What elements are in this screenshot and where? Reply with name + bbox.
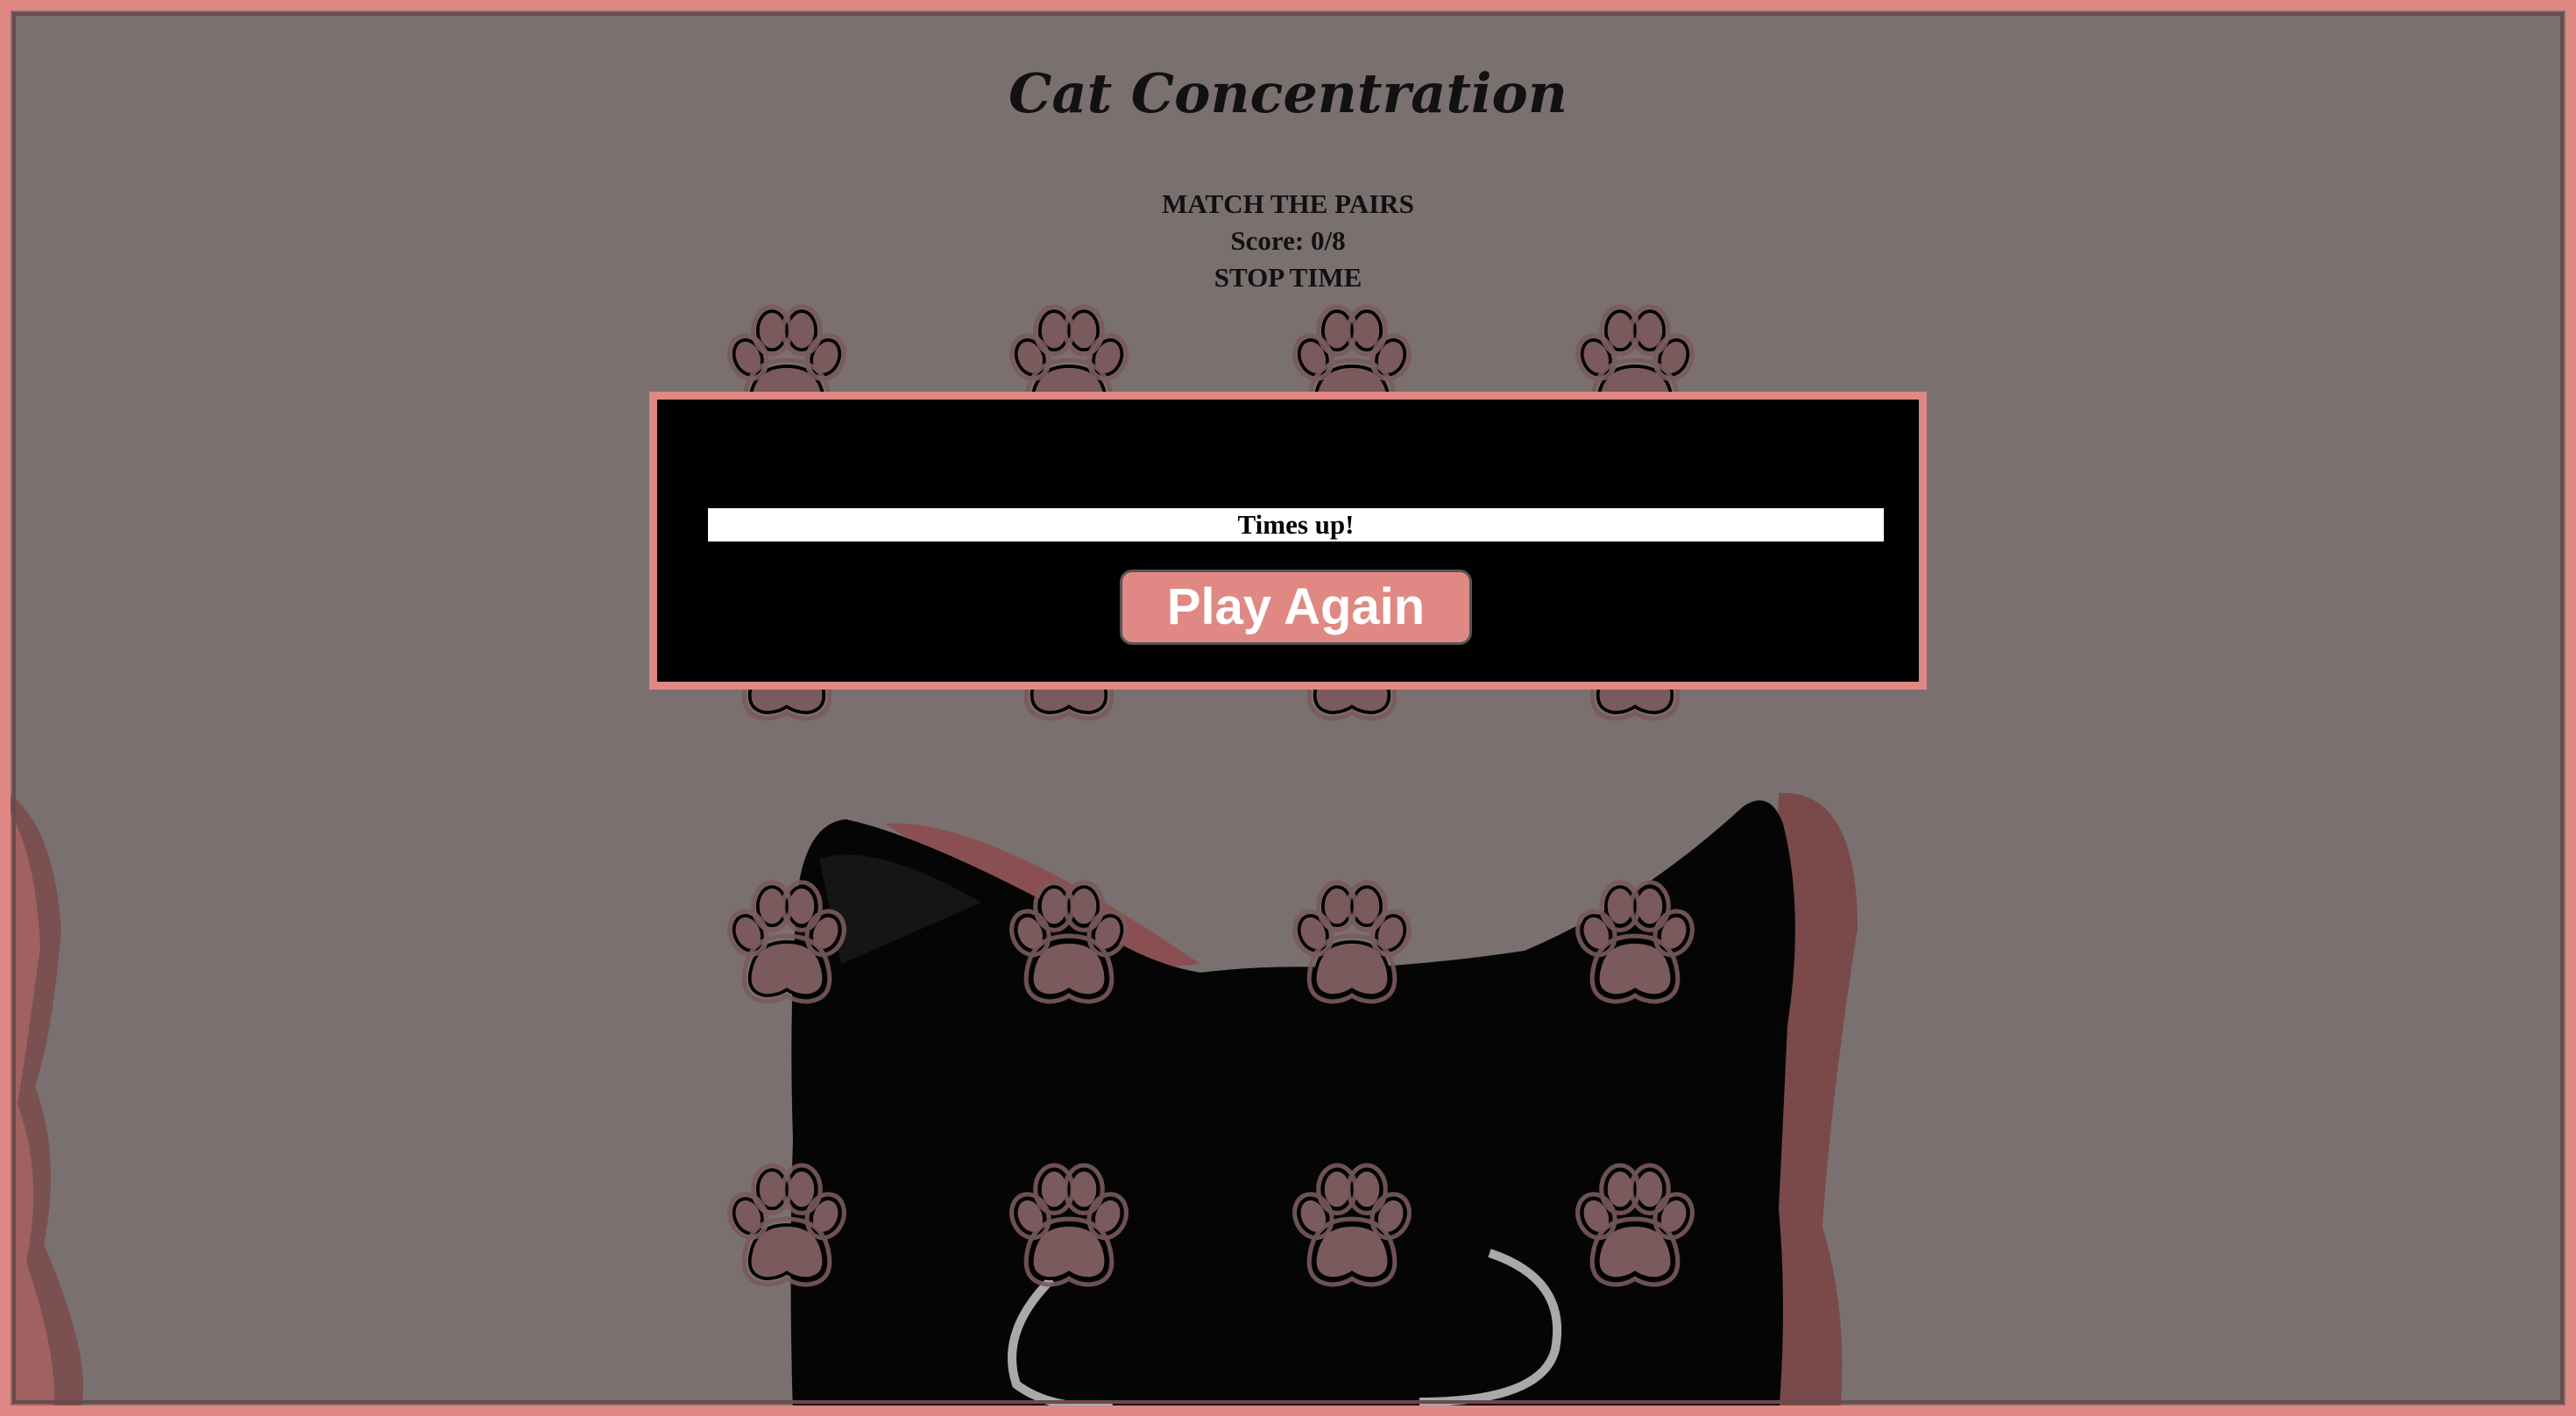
paw-print-icon (1277, 597, 1426, 737)
paw-print-icon (1277, 880, 1426, 1020)
paw-print-icon (1560, 880, 1709, 1020)
paw-print-icon (994, 880, 1143, 1020)
paw-print-icon (712, 880, 861, 1020)
memory-card[interactable] (994, 1150, 1143, 1299)
game-header: Cat Concentration (0, 61, 2576, 125)
paw-print-icon (994, 1163, 1143, 1303)
paw-print-icon (712, 1163, 861, 1303)
memory-card[interactable] (1560, 1150, 1709, 1299)
paw-print-icon (712, 597, 861, 737)
paw-print-icon (994, 597, 1143, 737)
instructions-text: MATCH THE PAIRS (1162, 188, 1414, 219)
game-over-modal: Times up! Play Again (649, 392, 1927, 690)
memory-card[interactable] (1560, 867, 1709, 1016)
memory-card[interactable] (712, 1150, 861, 1299)
memory-card[interactable] (1277, 1150, 1426, 1299)
memory-card[interactable] (1277, 867, 1426, 1016)
page-title: Cat Concentration (1008, 61, 1568, 125)
paw-print-icon (1560, 597, 1709, 737)
times-up-message: Times up! (708, 508, 1884, 542)
paw-print-icon (1560, 1163, 1709, 1303)
score-display: Score: 0/8 (1230, 225, 1346, 256)
game-info: MATCH THE PAIRS Score: 0/8 STOP TIME (0, 186, 2576, 296)
play-again-button[interactable]: Play Again (1120, 570, 1472, 645)
paw-print-icon (1277, 1163, 1426, 1303)
memory-card[interactable] (994, 867, 1143, 1016)
memory-card[interactable] (712, 867, 861, 1016)
stop-time-button[interactable]: STOP TIME (0, 259, 2576, 296)
